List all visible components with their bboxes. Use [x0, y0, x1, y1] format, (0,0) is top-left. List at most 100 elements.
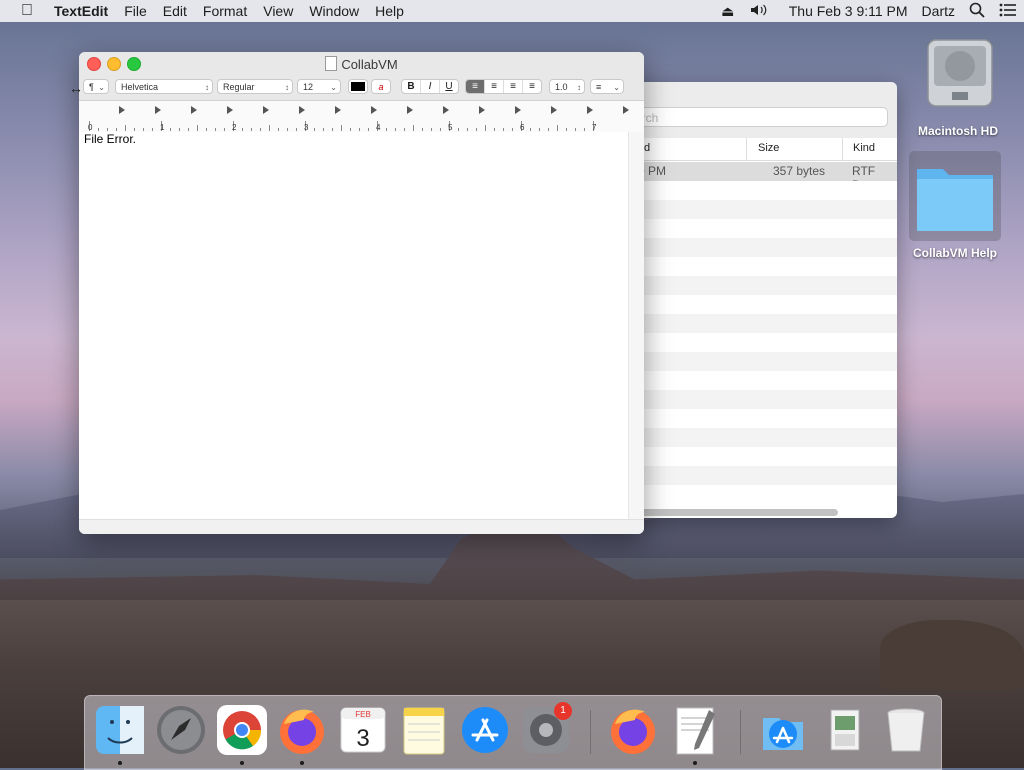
align-right-icon[interactable]: ≡ [504, 80, 523, 93]
notes-app-icon[interactable] [398, 704, 450, 756]
empty-list-row [600, 485, 897, 504]
installer-icon[interactable] [819, 704, 871, 756]
app-store-app-icon[interactable] [459, 704, 511, 756]
edit-menu[interactable]: Edit [155, 3, 195, 19]
finder-app-icon[interactable] [94, 704, 146, 756]
tab-stop-marker[interactable] [263, 106, 269, 114]
view-menu[interactable]: View [255, 3, 301, 19]
spotlight-search-icon[interactable] [962, 2, 992, 21]
ruler-tick [359, 128, 360, 131]
tab-stop-marker[interactable] [155, 106, 161, 114]
notification-badge: 1 [554, 702, 572, 720]
tab-stop-marker[interactable] [515, 106, 521, 114]
app-menu[interactable]: TextEdit [54, 3, 116, 19]
align-left-icon[interactable]: ≡ [466, 80, 485, 93]
ruler[interactable]: 0 1 2 3 4 5 6 7 [79, 101, 644, 134]
title-bar[interactable]: CollabVM [79, 52, 644, 74]
underline-button[interactable]: U [440, 80, 458, 93]
line-spacing-select[interactable]: 1.0 ↕ [549, 79, 585, 94]
textedit-app-icon[interactable] [669, 704, 721, 756]
vertical-scrollbar[interactable] [628, 132, 644, 520]
tab-stop-marker[interactable] [299, 106, 305, 114]
volume-icon[interactable] [743, 3, 775, 20]
ruler-tick [413, 125, 414, 131]
window-menu[interactable]: Window [301, 3, 367, 19]
tab-stop-marker[interactable] [479, 106, 485, 114]
ruler-tick [530, 128, 531, 131]
user-name[interactable]: Dartz [915, 3, 962, 19]
format-menu[interactable]: Format [195, 3, 255, 19]
eject-icon[interactable]: ⏏ [713, 3, 743, 19]
column-size[interactable]: Size [758, 142, 779, 154]
font-style-select[interactable]: Regular ↕ [217, 79, 293, 94]
tab-stop-marker[interactable] [227, 106, 233, 114]
column-date[interactable]: d [644, 142, 650, 154]
ruler-tick [116, 128, 117, 131]
firefox-app-icon[interactable] [276, 704, 328, 756]
applications-folder-icon[interactable] [757, 704, 809, 756]
ruler-tick [548, 128, 549, 131]
align-center-icon[interactable]: ≡ [485, 80, 504, 93]
ruler-tick [269, 125, 270, 131]
ruler-tick [107, 128, 108, 131]
tab-stop-marker[interactable] [443, 106, 449, 114]
document-icon [325, 56, 338, 71]
menubar-clock[interactable]: Thu Feb 3 9:11 PM [775, 3, 915, 19]
finder-window: arch d Size Kind 0 PM 357 bytes RTF Doc [600, 82, 897, 518]
ruler-tick [386, 128, 387, 131]
calendar-day: 3 [356, 725, 369, 752]
empty-list-row [600, 428, 897, 447]
paragraph-styles-button[interactable]: ¶ ⌄ [83, 79, 109, 94]
tab-stop-marker[interactable] [551, 106, 557, 114]
tab-stop-marker[interactable] [407, 106, 413, 114]
italic-button[interactable]: I [421, 80, 440, 93]
file-menu[interactable]: File [116, 3, 155, 19]
chrome-app-icon[interactable] [216, 704, 268, 756]
file-row[interactable]: 0 PM 357 bytes RTF Doc [600, 162, 897, 192]
ruler-number: 7 [592, 123, 597, 132]
system-preferences-app-icon[interactable]: 1 [520, 702, 572, 756]
ruler-number: 3 [304, 123, 309, 132]
menu-bar:  TextEdit File Edit Format View Window … [0, 0, 1024, 22]
font-family-select[interactable]: Helvetica ↕ [115, 79, 213, 94]
trash-icon[interactable] [880, 704, 932, 756]
ruler-tick [251, 128, 252, 131]
collabvm-help-folder[interactable] [909, 151, 1001, 241]
bold-button[interactable]: B [402, 80, 421, 93]
tab-stop-marker[interactable] [191, 106, 197, 114]
ruler-tick [539, 128, 540, 131]
firefox-app-icon-2[interactable] [607, 704, 659, 756]
apple-menu-icon[interactable]:  [0, 2, 54, 20]
tab-stop-marker[interactable] [335, 106, 341, 114]
macintosh-hd-icon[interactable] [924, 36, 996, 110]
ruler-tick [125, 125, 126, 131]
tab-stop-marker[interactable] [371, 106, 377, 114]
help-menu[interactable]: Help [367, 3, 412, 19]
launchpad-app-icon[interactable] [155, 704, 207, 756]
text-color-well[interactable] [348, 79, 368, 94]
background-color-well[interactable]: a [371, 79, 391, 94]
calendar-app-icon[interactable]: FEB 3 [337, 704, 389, 756]
ruler-tick [143, 128, 144, 131]
column-kind[interactable]: Kind [853, 142, 875, 154]
finder-search-input[interactable]: arch [630, 107, 888, 127]
ruler-tick [98, 128, 99, 131]
list-icon: ≡ [596, 82, 602, 92]
document-text-area[interactable]: File Error. [79, 132, 629, 520]
notification-center-icon[interactable] [992, 3, 1024, 20]
tab-stop-marker[interactable] [119, 106, 125, 114]
horizontal-scrollbar[interactable] [640, 509, 838, 516]
ruler-tick [215, 128, 216, 131]
ruler-tick [170, 128, 171, 131]
font-size-select[interactable]: 12 ⌄ [297, 79, 341, 94]
ruler-tick [332, 128, 333, 131]
no-color-icon: a [378, 82, 384, 92]
background-rock [880, 620, 1024, 690]
tab-stop-marker[interactable] [587, 106, 593, 114]
macintosh-hd-label: Macintosh HD [917, 124, 998, 138]
justify-icon[interactable]: ≡ [523, 80, 541, 93]
empty-list-row [600, 333, 897, 352]
ruler-number: 4 [376, 123, 381, 132]
list-bullets-select[interactable]: ≡ ⌄ [590, 79, 624, 94]
tab-stop-marker[interactable] [623, 106, 629, 114]
